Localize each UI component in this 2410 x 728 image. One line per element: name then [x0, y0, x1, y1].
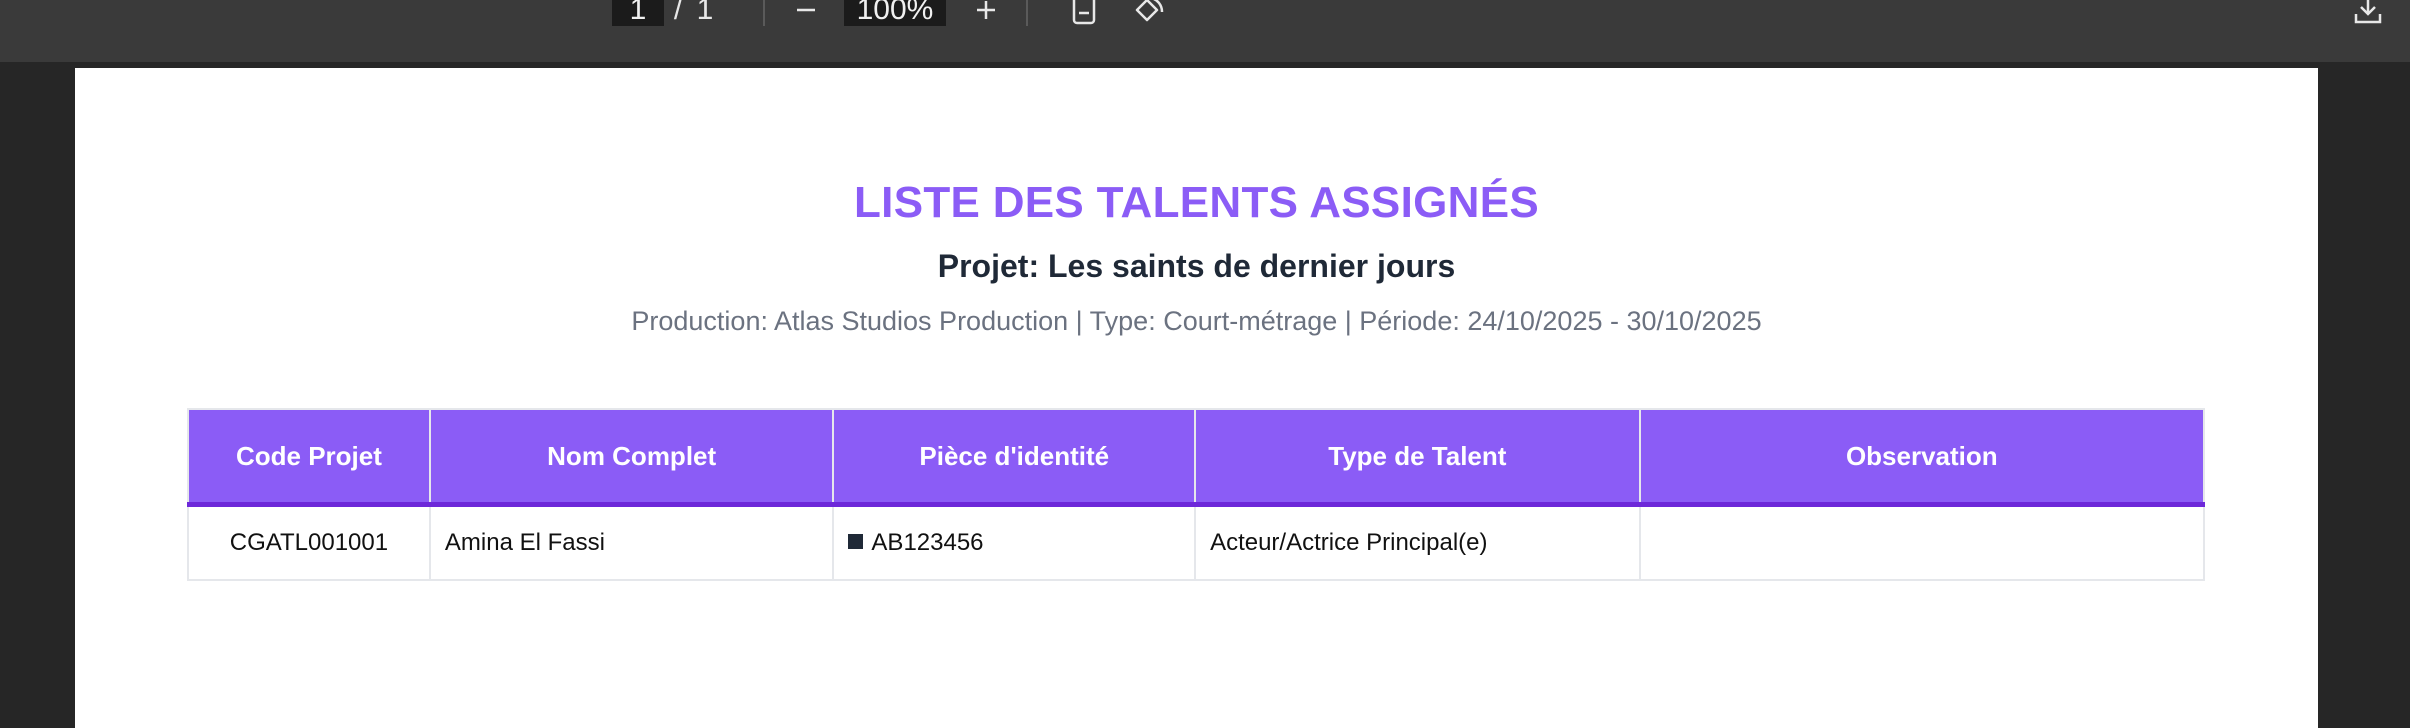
download-icon [2354, 0, 2382, 24]
fit-page-icon [1072, 0, 1096, 25]
total-pages: 1 [696, 0, 714, 26]
page-separator: / [673, 0, 683, 26]
column-header-piece-identite: Pièce d'identité [832, 408, 1197, 507]
column-header-code-projet: Code Projet [187, 408, 431, 507]
rotate-icon [1135, 0, 1164, 22]
cell-piece-identite: AB123456 [832, 503, 1197, 581]
toolbar-divider [1026, 0, 1028, 26]
pdf-toolbar: 1 / 1 100% [0, 0, 2410, 62]
id-number: AB123456 [871, 529, 984, 556]
document-meta: Production: Atlas Studios Production | T… [631, 306, 1762, 336]
zoom-out-button[interactable] [786, 0, 826, 26]
table-header-row: Code Projet Nom Complet Pièce d'identité… [187, 408, 2206, 507]
zoom-in-button[interactable] [966, 0, 1006, 26]
document-title: LISTE DES TALENTS ASSIGNÉS [854, 178, 1539, 227]
cell-code-projet: CGATL001001 [187, 503, 431, 581]
talents-table: Code Projet Nom Complet Pièce d'identité… [187, 408, 2206, 581]
zoom-level-input[interactable]: 100% [844, 0, 946, 26]
cell-observation [1638, 503, 2206, 581]
column-header-nom-complet: Nom Complet [428, 408, 835, 507]
page-number-input[interactable]: 1 [612, 0, 664, 26]
download-button[interactable] [2348, 0, 2388, 26]
column-header-observation: Observation [1638, 408, 2206, 507]
document-subtitle: Projet: Les saints de dernier jours [937, 248, 1456, 284]
square-bullet-icon [848, 534, 864, 550]
pdf-page: LISTE DES TALENTS ASSIGNÉS Projet: Les s… [75, 68, 2318, 728]
column-header-type-talent: Type de Talent [1194, 408, 1641, 507]
cell-nom-complet: Amina El Fassi [428, 503, 835, 581]
minus-icon [797, 8, 815, 12]
fit-page-button[interactable] [1066, 0, 1102, 26]
rotate-button[interactable] [1126, 0, 1168, 26]
plus-icon [977, 1, 995, 19]
table-row: CGATL001001 Amina El Fassi AB123456 Acte… [187, 503, 2206, 581]
toolbar-divider [763, 0, 765, 26]
cell-type-talent: Acteur/Actrice Principal(e) [1194, 503, 1641, 581]
